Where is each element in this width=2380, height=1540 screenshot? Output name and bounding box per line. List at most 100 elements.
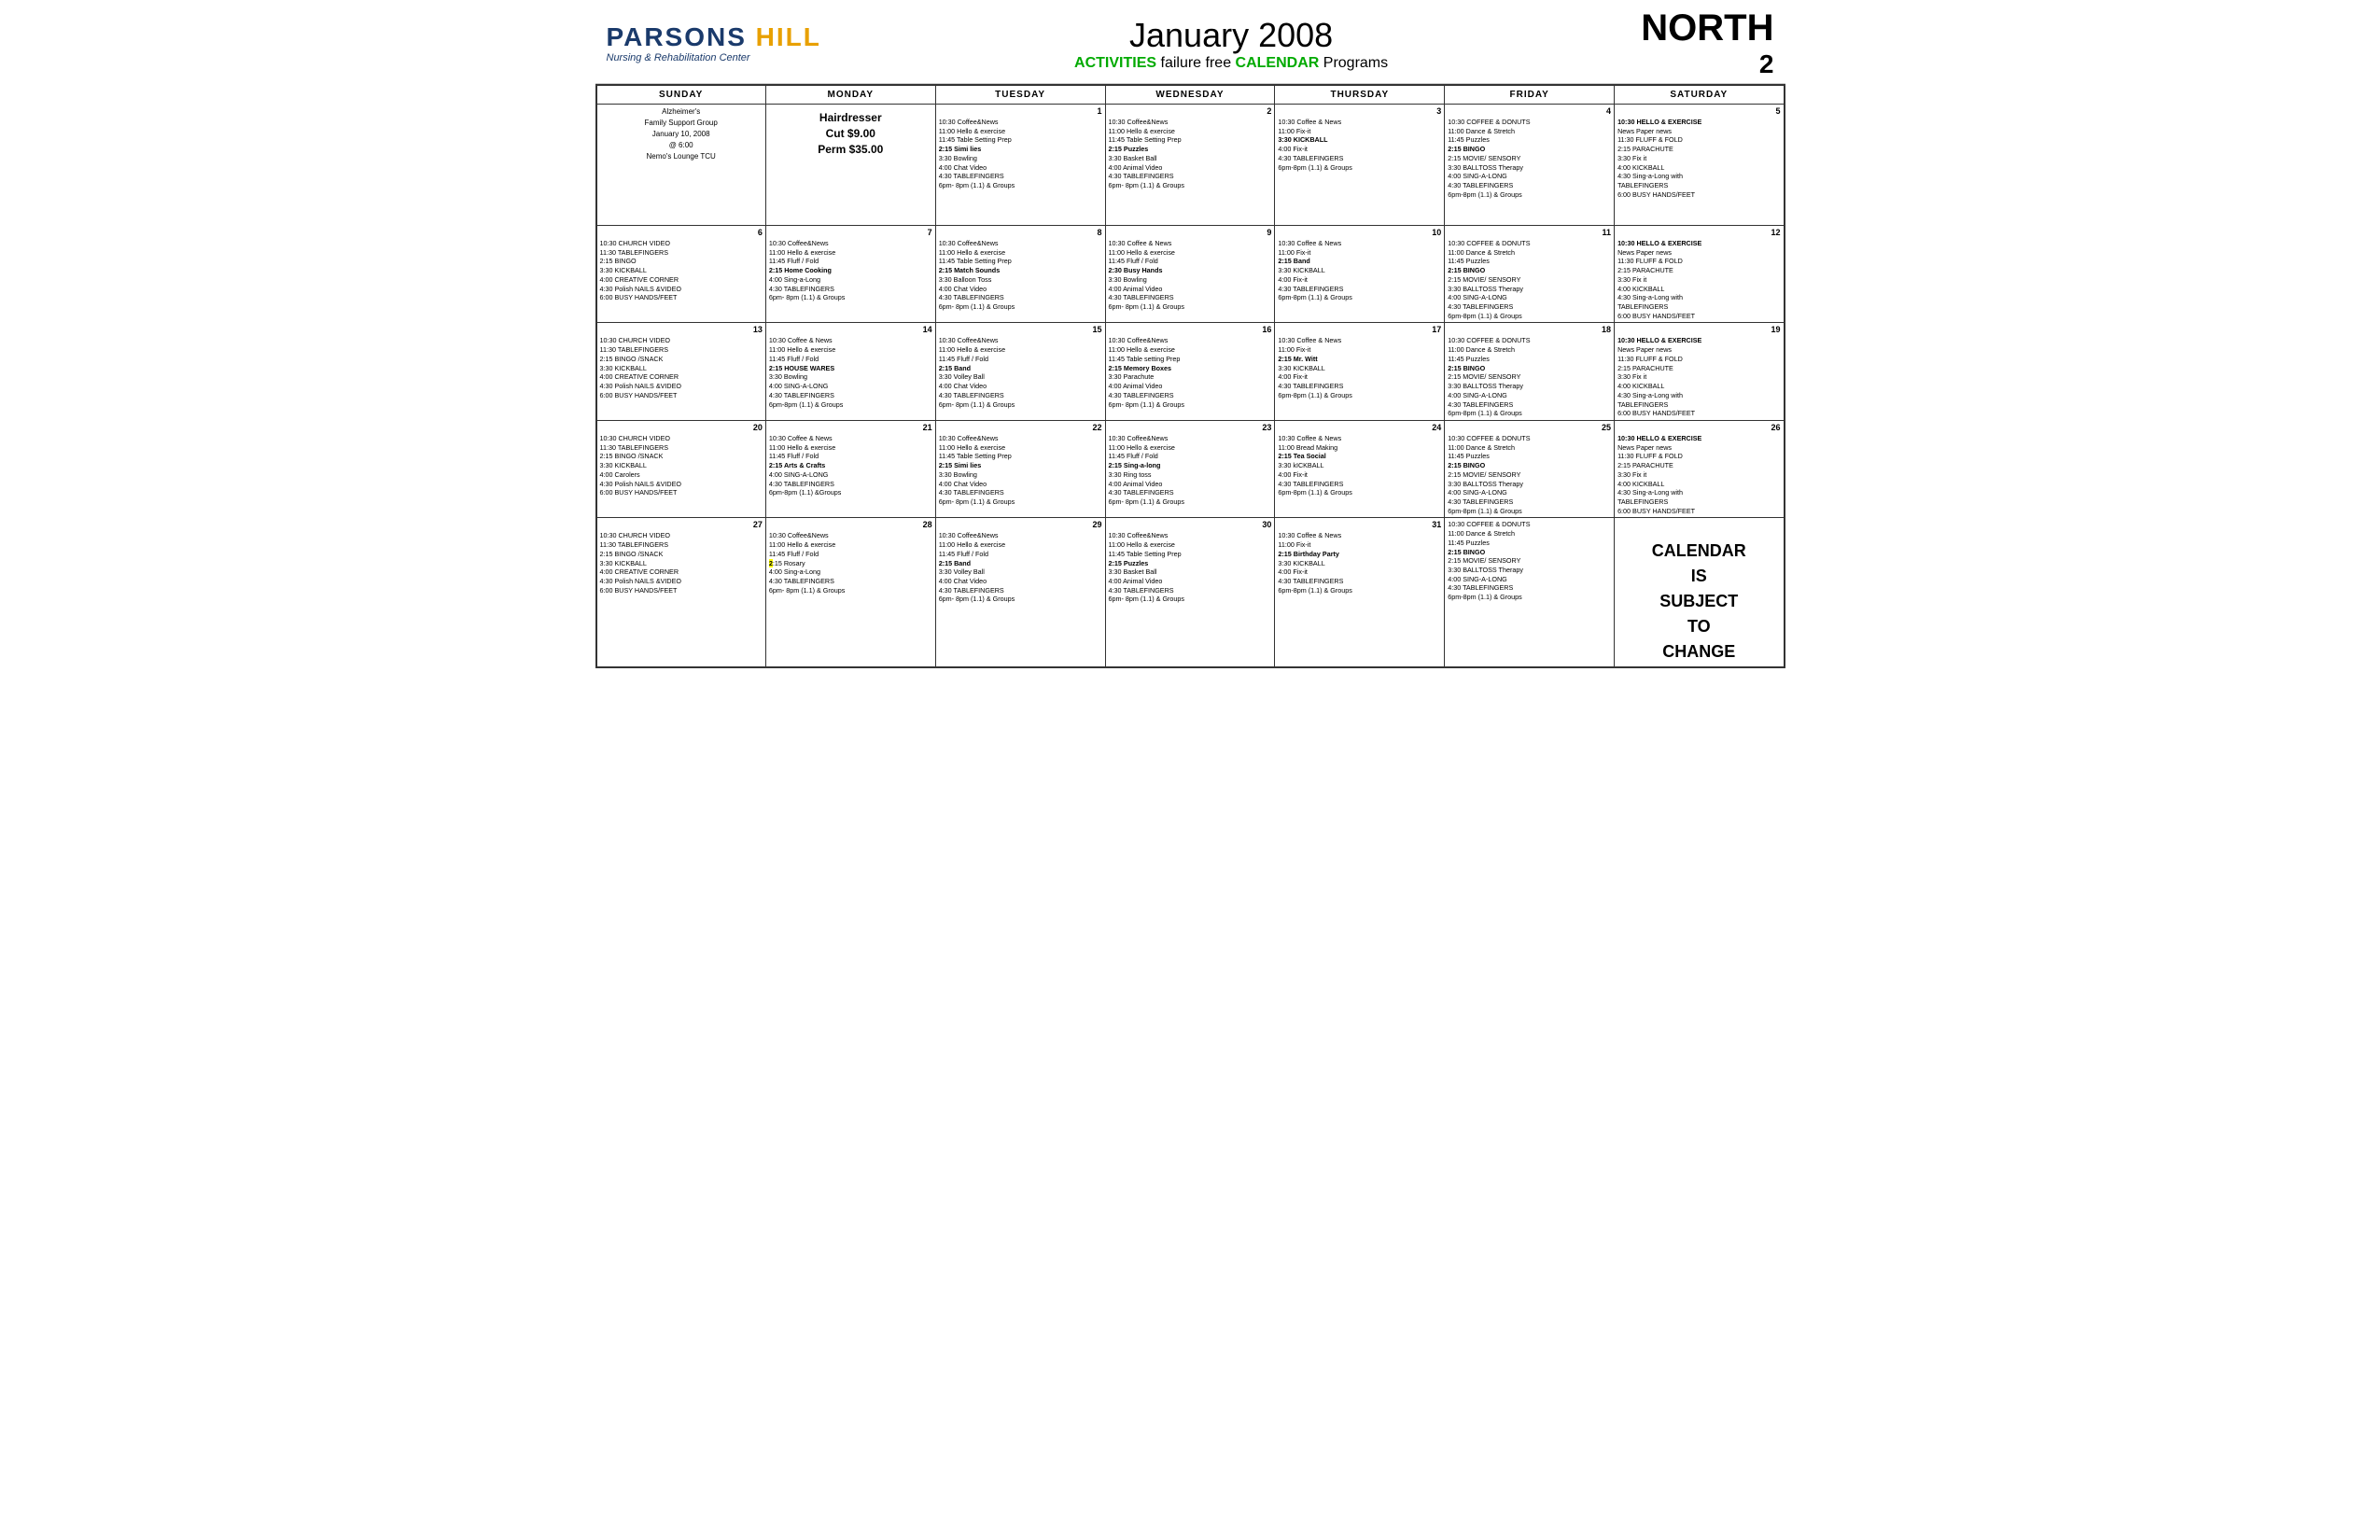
event: 11:45 Fluff / Fold [769, 257, 932, 266]
cell-wed-16: 16 10:30 Coffee&News 11:00 Hello & exerc… [1105, 323, 1275, 420]
day-11: 11 [1448, 228, 1611, 237]
day-4: 4 [1448, 106, 1611, 116]
event: 4:30 TABLEFINGERS [1448, 400, 1611, 410]
event: 4:00 SING-A-LONG [1448, 575, 1611, 584]
event: 11:30 FLUFF & FOLD [1617, 135, 1780, 145]
calendar-table: SUNDAY MONDAY TUESDAY WEDNESDAY THURSDAY… [595, 84, 1785, 668]
event: 4:30 TABLEFINGERS [1278, 577, 1441, 586]
event: 2:15 BINGO [1448, 548, 1611, 557]
event: 11:45 Fluff / Fold [769, 452, 932, 461]
logo-area: PARSONS HILL Nursing & Rehabilitation Ce… [607, 24, 821, 63]
event: 4:00 SING-A-LONG [769, 470, 932, 480]
day-7: 7 [769, 228, 932, 237]
event: 4:00 Fix-it [1278, 145, 1441, 154]
event: 6pm- 8pm (1.1) & Groups [769, 586, 932, 595]
event: 4:00 Animal Video [1109, 163, 1272, 173]
day-18: 18 [1448, 325, 1611, 334]
event: 11:45 Puzzles [1448, 539, 1611, 548]
event: 6:00 BUSY HANDS/FEET [600, 391, 763, 400]
event: 6:00 BUSY HANDS/FEET [1617, 507, 1780, 516]
event: 4:30 Sing-a-Long with [1617, 488, 1780, 497]
event: 11:00 Hello & exercise [939, 127, 1102, 136]
event: 4:30 TABLEFINGERS [939, 172, 1102, 181]
event: 11:00 Hello & exercise [1109, 540, 1272, 550]
event: 3:30 Ring toss [1109, 470, 1272, 480]
page-header: PARSONS HILL Nursing & Rehabilitation Ce… [595, 0, 1785, 84]
event: 2:15 Band [939, 364, 1102, 373]
col-tuesday: TUESDAY [935, 85, 1105, 105]
event: 4:00 CREATIVE CORNER [600, 275, 763, 285]
event: 2:15 Memory Boxes [1109, 364, 1272, 373]
event: 6:00 BUSY HANDS/FEET [1617, 312, 1780, 321]
event: 4:00 SING-A-LONG [1448, 488, 1611, 497]
event: 10:30 COFFEE & DONUTS [1448, 239, 1611, 248]
event: 10:30 COFFEE & DONUTS [1448, 336, 1611, 345]
event: 3:30 KICKBALL [1278, 364, 1441, 373]
event: 4:00 Animal Video [1109, 480, 1272, 489]
cell-mon-21: 21 10:30 Coffee & News 11:00 Hello & exe… [765, 420, 935, 517]
event: 4:30 TABLEFINGERS [1109, 488, 1272, 497]
event: 3:30 Fix it [1617, 154, 1780, 163]
cell-tue-29: 29 10:30 Coffee&News 11:00 Hello & exerc… [935, 518, 1105, 668]
col-thursday: THURSDAY [1275, 85, 1445, 105]
event: 11:00 Dance & Stretch [1448, 127, 1611, 136]
event: 4:00 KICKBALL [1617, 480, 1780, 489]
table-row: 20 10:30 CHURCH VIDEO 11:30 TABLEFINGERS… [596, 420, 1785, 517]
event: 10:30 Coffee&News [769, 239, 932, 248]
cell-wed-9: 9 10:30 Coffee & News 11:00 Hello & exer… [1105, 226, 1275, 323]
event: 10:30 HELLO & EXERCISE [1617, 434, 1780, 443]
sunday-special-text: Alzheimer'sFamily Support GroupJanuary 1… [600, 106, 763, 162]
event: 11:45 Table setting Prep [1109, 355, 1272, 364]
cell-sun-27: 27 10:30 CHURCH VIDEO 11:30 TABLEFINGERS… [596, 518, 766, 668]
event: 6pm- 8pm (1.1) & Groups [939, 181, 1102, 190]
event: 3:30 Bowling [1109, 275, 1272, 285]
event: 11:45 Puzzles [1448, 257, 1611, 266]
event: 4:00 Fix-it [1278, 470, 1441, 480]
event: 10:30 Coffee & News [1278, 239, 1441, 248]
cell-thu-17: 17 10:30 Coffee & News 11:00 Fix-it 2:15… [1275, 323, 1445, 420]
event: 4:00 CREATIVE CORNER [600, 567, 763, 577]
event: 10:30 COFFEE & DONUTS [1448, 434, 1611, 443]
day-10: 10 [1278, 228, 1441, 237]
event: 4:00 Sing-a-Long [769, 567, 932, 577]
event: 11:00 Fix-it [1278, 540, 1441, 550]
day-24: 24 [1278, 423, 1441, 432]
event: 3:30 BALLTOSS Therapy [1448, 480, 1611, 489]
event: 2:15 BINGO [600, 257, 763, 266]
event: 11:00 Dance & Stretch [1448, 345, 1611, 355]
event: 4:30 TABLEFINGERS [939, 488, 1102, 497]
event: 10:30 Coffee & News [769, 336, 932, 345]
event: 11:45 Table Setting Prep [939, 257, 1102, 266]
day-25: 25 [1448, 423, 1611, 432]
event: 4:00 KICKBALL [1617, 285, 1780, 294]
event: 10:30 CHURCH VIDEO [600, 434, 763, 443]
event: 2:15 BINGO [1448, 461, 1611, 470]
event: 4:00 Fix-it [1278, 567, 1441, 577]
event: 10:30 Coffee&News [1109, 118, 1272, 127]
day-16: 16 [1109, 325, 1272, 334]
event: 3:30 KICKBALL [600, 364, 763, 373]
event: 10:30 CHURCH VIDEO [600, 239, 763, 248]
event: 3:30 BALLTOSS Therapy [1448, 382, 1611, 391]
subtitle-line: ACTIVITIES failure free CALENDAR Program… [821, 55, 1641, 72]
event: 6pm- 8pm (1.1) & Groups [1109, 400, 1272, 410]
event: 4:00 Sing-a-Long [769, 275, 932, 285]
cell-sun-20: 20 10:30 CHURCH VIDEO 11:30 TABLEFINGERS… [596, 420, 766, 517]
event: 4:30 TABLEFINGERS [1448, 497, 1611, 507]
event: 10:30 Coffee & News [1278, 434, 1441, 443]
event: 4:30 Polish NAILS &VIDEO [600, 382, 763, 391]
event: 2:15 MOVIE/ SENSORY [1448, 372, 1611, 382]
event: 6:00 BUSY HANDS/FEET [1617, 190, 1780, 200]
event: 3:30 Volley Ball [939, 567, 1102, 577]
day-26: 26 [1617, 423, 1780, 432]
event: 2:15 Match Sounds [939, 266, 1102, 275]
event: 4:30 TABLEFINGERS [939, 293, 1102, 302]
cell-wed-23: 23 10:30 Coffee&News 11:00 Hello & exerc… [1105, 420, 1275, 517]
event: 3:30 Balloon Toss [939, 275, 1102, 285]
event: 11:00 Dance & Stretch [1448, 529, 1611, 539]
cell-tue-22: 22 10:30 Coffee&News 11:00 Hello & exerc… [935, 420, 1105, 517]
event: 11:00 Dance & Stretch [1448, 443, 1611, 453]
event: 4:30 Polish NAILS &VIDEO [600, 285, 763, 294]
event: 4:30 TABLEFINGERS [939, 586, 1102, 595]
cell-thu-31: 31 10:30 Coffee & News 11:00 Fix-it 2:15… [1275, 518, 1445, 668]
